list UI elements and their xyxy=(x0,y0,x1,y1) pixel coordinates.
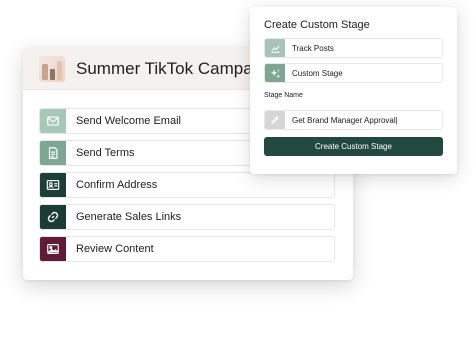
link-icon xyxy=(40,205,66,229)
option-custom-stage[interactable]: Custom Stage xyxy=(264,63,443,83)
image-icon xyxy=(40,237,66,261)
chart-icon xyxy=(265,39,285,57)
option-label: Track Posts xyxy=(292,43,334,53)
stage-label: Review Content xyxy=(76,243,154,255)
mail-icon xyxy=(40,109,66,133)
stage-label: Send Terms xyxy=(76,147,135,159)
option-label: Custom Stage xyxy=(292,68,343,78)
stage-label: Generate Sales Links xyxy=(76,211,182,223)
document-icon xyxy=(40,141,66,165)
create-custom-stage-button[interactable]: Create Custom Stage xyxy=(264,137,443,156)
stage-confirm-address[interactable]: Confirm Address xyxy=(39,172,335,198)
sparkle-icon xyxy=(265,64,285,82)
address-card-icon xyxy=(40,173,66,197)
stage-generate-sales-links[interactable]: Generate Sales Links xyxy=(39,204,335,230)
stage-name-input[interactable] xyxy=(292,115,440,125)
stage-label: Confirm Address xyxy=(76,179,158,191)
panel-title: Create Custom Stage xyxy=(264,19,370,31)
campaign-title: Summer TikTok Campaign xyxy=(76,58,276,78)
create-custom-stage-panel: Create Custom Stage Track Posts Custom S… xyxy=(250,7,457,174)
stage-review-content[interactable]: Review Content xyxy=(39,236,335,262)
option-track-posts[interactable]: Track Posts xyxy=(264,38,443,58)
stage-name-label: Stage Name xyxy=(264,92,303,99)
campaign-thumbnail xyxy=(39,55,65,82)
pencil-icon xyxy=(265,111,285,129)
stage-name-field[interactable] xyxy=(264,110,443,130)
stage-label: Send Welcome Email xyxy=(76,115,181,127)
